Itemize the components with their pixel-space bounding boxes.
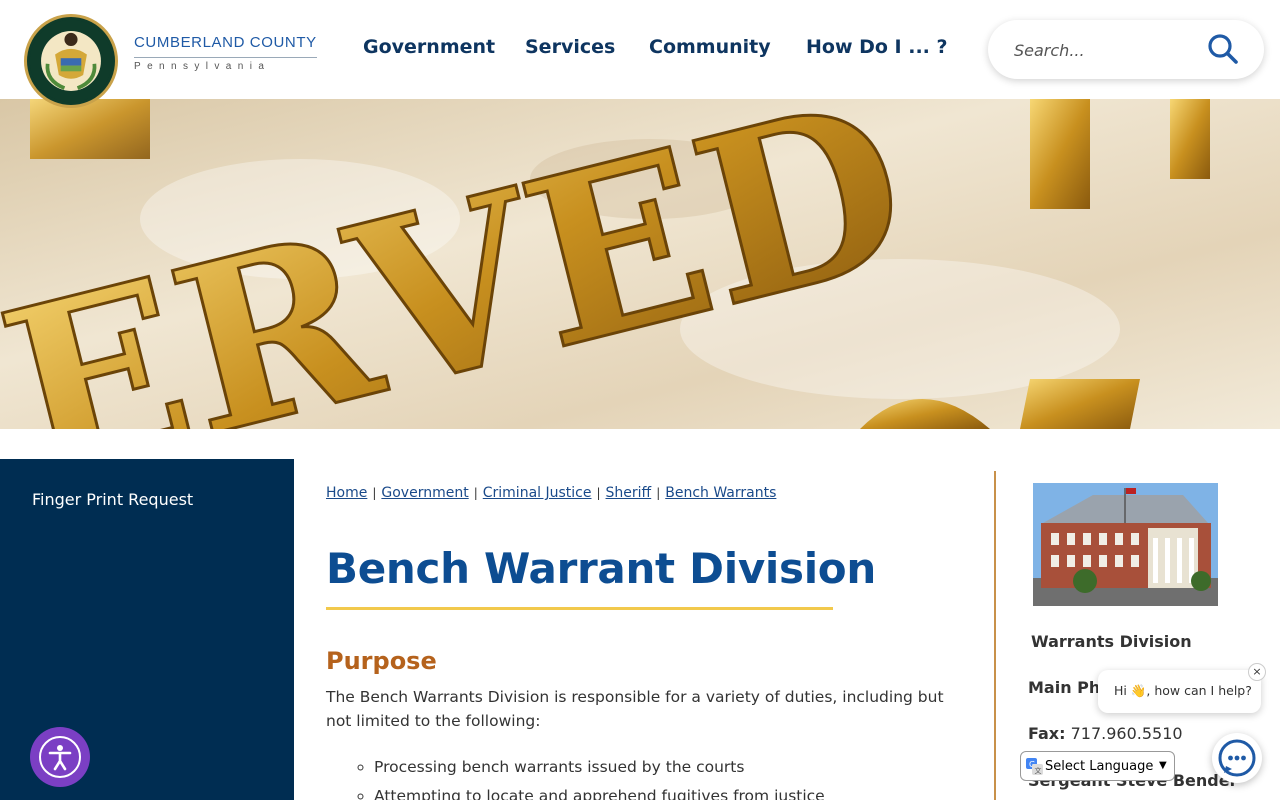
nav-services[interactable]: Services — [525, 36, 615, 58]
title-underline — [326, 607, 833, 610]
contact-title: Warrants Division — [1031, 632, 1192, 651]
breadcrumb-bench-warrants[interactable]: Bench Warrants — [665, 485, 776, 501]
breadcrumb-separator: | — [656, 486, 661, 500]
breadcrumb-separator: | — [372, 486, 377, 500]
chat-greeting-text: Hi 👋, how can I help? — [1114, 683, 1252, 698]
chevron-down-icon: ▼ — [1159, 760, 1167, 771]
fax-line: Fax: 717.960.5510 — [1028, 724, 1183, 743]
nav-government[interactable]: Government — [363, 36, 495, 58]
chat-close-icon[interactable]: × — [1248, 663, 1266, 681]
list-item: Processing bench warrants issued by the … — [374, 755, 825, 784]
search-input[interactable] — [1014, 36, 1204, 64]
county-seal-logo[interactable] — [24, 14, 118, 108]
hero-banner-image: ERVED — [0, 99, 1280, 429]
search-box — [988, 20, 1264, 79]
site-header: CUMBERLAND COUNTY Pennsylvania Governmen… — [0, 0, 1280, 108]
courthouse-photo — [1033, 483, 1218, 606]
page-title: Bench Warrant Division — [326, 544, 876, 593]
breadcrumb-criminal-justice[interactable]: Criminal Justice — [483, 485, 592, 501]
breadcrumb-separator: | — [473, 486, 478, 500]
search-icon[interactable] — [1206, 32, 1240, 66]
section-heading-purpose: Purpose — [326, 647, 437, 675]
chat-launcher-button[interactable] — [1212, 733, 1262, 783]
chat-greeting-bubble[interactable]: Hi 👋, how can I help? — [1098, 670, 1261, 713]
brand-name: CUMBERLAND COUNTY — [134, 34, 317, 51]
google-translate-icon: G 文 — [1026, 758, 1043, 775]
duties-list: Processing bench warrants issued by the … — [374, 755, 825, 800]
nav-community[interactable]: Community — [649, 36, 771, 58]
svg-text:文: 文 — [1035, 766, 1042, 775]
nav-how-do-i[interactable]: How Do I ... ? — [806, 36, 948, 58]
breadcrumb-government[interactable]: Government — [381, 485, 468, 501]
accessibility-icon[interactable] — [30, 727, 90, 787]
breadcrumb-home[interactable]: Home — [326, 485, 367, 501]
brand-subtitle: Pennsylvania — [134, 57, 317, 72]
breadcrumb: Home | Government | Criminal Justice | Sheriff… — [326, 485, 776, 501]
brand-wordmark[interactable]: CUMBERLAND COUNTY Pennsylvania — [134, 34, 317, 72]
list-item: Attempting to locate and apprehend fugit… — [374, 784, 825, 800]
column-divider — [994, 471, 996, 800]
language-select[interactable]: G 文 Select Language ▼ — [1020, 751, 1175, 781]
language-select-label: Select Language — [1045, 759, 1154, 774]
breadcrumb-sheriff[interactable]: Sheriff — [606, 485, 652, 501]
fax-value: 717.960.5510 — [1070, 724, 1183, 743]
purpose-paragraph: The Bench Warrants Division is responsib… — [326, 688, 944, 730]
breadcrumb-separator: | — [596, 486, 601, 500]
sidebar-item-finger-print-request[interactable]: Finger Print Request — [32, 490, 193, 509]
fax-label: Fax: — [1028, 724, 1066, 743]
